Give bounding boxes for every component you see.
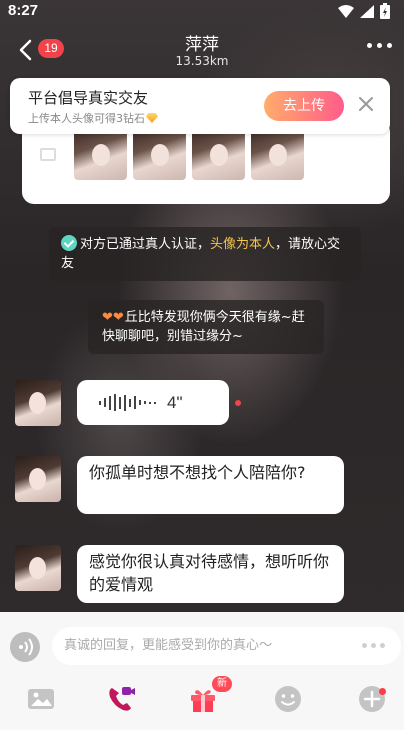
notification-dot bbox=[379, 688, 386, 695]
close-icon[interactable] bbox=[358, 96, 374, 112]
voice-unread-dot bbox=[235, 400, 241, 406]
image-icon[interactable] bbox=[26, 684, 56, 714]
banner-subtitle: 上传本人头像可得3钻石 bbox=[28, 110, 158, 126]
voice-wave-glyph bbox=[19, 638, 33, 656]
contact-avatar[interactable] bbox=[15, 380, 61, 426]
heart-icon: ❤❤ bbox=[102, 310, 124, 325]
voice-duration: 4" bbox=[167, 393, 183, 412]
new-badge: 新 bbox=[212, 676, 232, 692]
wifi-icon bbox=[338, 4, 354, 18]
more-options-icon[interactable] bbox=[362, 643, 385, 648]
photo-thumbnail[interactable] bbox=[192, 130, 245, 180]
verification-notice: 对方已通过真人认证，头像为本人，请放心交友 bbox=[49, 227, 361, 281]
voice-message-bubble[interactable]: 4" bbox=[77, 380, 229, 425]
verified-icon bbox=[61, 235, 77, 251]
photo-thumbnail[interactable] bbox=[133, 130, 186, 180]
voice-wave-icon bbox=[99, 394, 156, 411]
status-bar: 8:27 bbox=[0, 0, 404, 24]
photo-thumbnail[interactable] bbox=[74, 130, 127, 180]
contact-name: 萍萍 bbox=[185, 35, 219, 55]
text-message-bubble[interactable]: 感觉你很认真对待感情，想听听你的爱情观 bbox=[77, 545, 344, 603]
contact-distance: 13.53km bbox=[175, 54, 229, 68]
status-icons bbox=[338, 3, 390, 19]
chat-input-bar: 真诚的回复，更能感受到你的真心～ bbox=[0, 612, 404, 730]
upload-avatar-button[interactable]: 去上传 bbox=[264, 91, 344, 121]
battery-icon bbox=[380, 3, 390, 19]
gallery-icon bbox=[40, 148, 56, 161]
text-message-bubble[interactable]: 你孤单时想不想找个人陪陪你? bbox=[77, 456, 344, 514]
contact-avatar[interactable] bbox=[15, 545, 61, 591]
banner-title: 平台倡导真实交友 bbox=[28, 89, 149, 107]
input-placeholder: 真诚的回复，更能感受到你的真心～ bbox=[64, 638, 273, 653]
voice-input-icon[interactable] bbox=[10, 632, 40, 662]
notice-highlight: 头像为本人 bbox=[210, 237, 276, 252]
diamond-icon bbox=[146, 113, 158, 123]
signal-icon bbox=[360, 4, 374, 18]
photo-thumbnail[interactable] bbox=[251, 130, 304, 180]
video-call-icon[interactable] bbox=[106, 684, 136, 714]
notice-text: 丘比特发现你俩今天很有缘~赶快聊聊吧，别错过缘分~ bbox=[102, 310, 305, 344]
emoji-icon[interactable] bbox=[273, 684, 303, 714]
real-identity-banner: 平台倡导真实交友 上传本人头像可得3钻石 去上传 bbox=[10, 78, 390, 134]
chat-header: 19 萍萍 13.53km bbox=[0, 28, 404, 74]
contact-avatar[interactable] bbox=[15, 456, 61, 502]
banner-subtitle-text: 上传本人头像可得3钻石 bbox=[28, 112, 145, 125]
photo-thumbnails bbox=[74, 130, 304, 180]
status-time: 8:27 bbox=[8, 2, 39, 19]
cupid-notice: ❤❤丘比特发现你俩今天很有缘~赶快聊聊吧，别错过缘分~ bbox=[88, 300, 324, 354]
message-input[interactable]: 真诚的回复，更能感受到你的真心～ bbox=[52, 627, 401, 665]
more-icon[interactable] bbox=[367, 43, 392, 48]
notice-text: 对方已通过真人认证， bbox=[80, 237, 211, 252]
